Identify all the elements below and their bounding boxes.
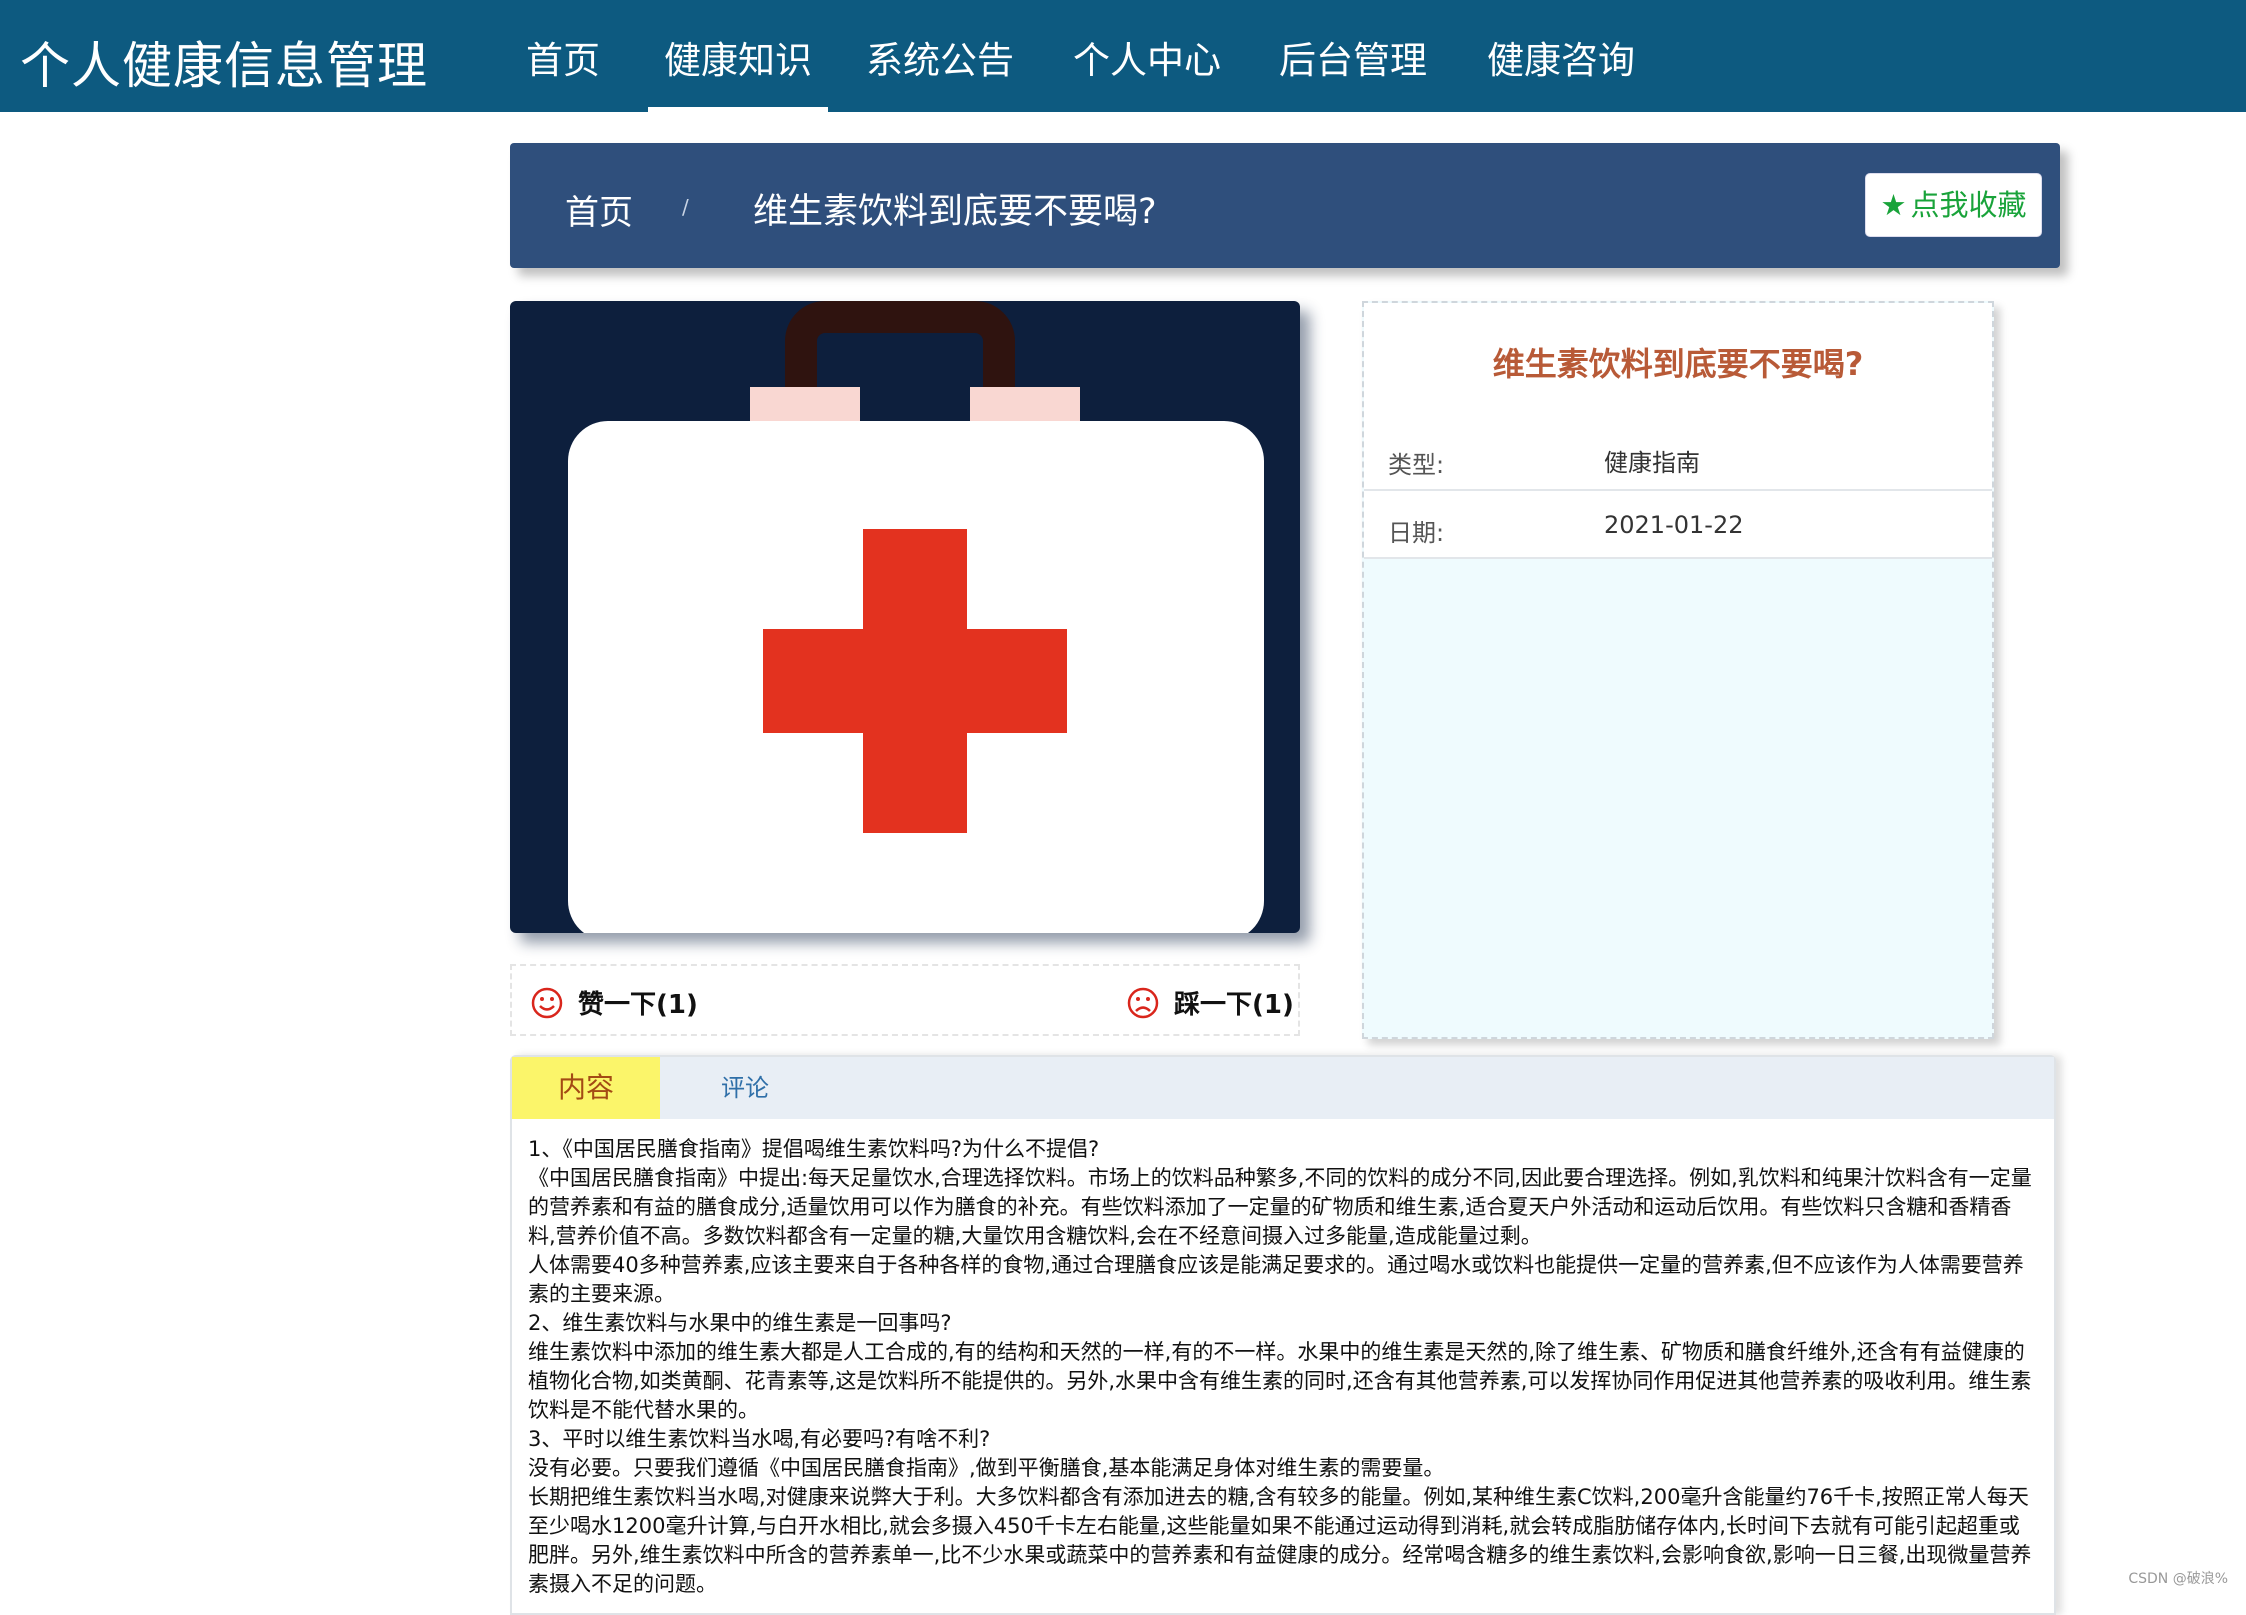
article-paragraph: 人体需要40多种营养素,应该主要来自于各种各样的食物,通过合理膳食应该是能满足要… (528, 1251, 2036, 1309)
article-paragraph: 《中国居民膳食指南》中提出:每天足量饮水,合理选择饮料。市场上的饮料品种繁多,不… (528, 1164, 2036, 1251)
article-paragraph: 维生素饮料中添加的维生素大都是人工合成的,有的结构和天然的一样,有的不一样。水果… (528, 1338, 2036, 1425)
dislike-label: 踩一下(1) (1174, 984, 1294, 1021)
star-icon: ★ (1880, 188, 1906, 222)
article-paragraph: 3、平时以维生素饮料当水喝,有必要吗?有啥不利? (528, 1425, 2036, 1454)
info-row-type: 类型: 健康指南 (1364, 423, 1992, 491)
nav-item-admin[interactable]: 后台管理 (1279, 30, 1427, 112)
article-body: 1、《中国居民膳食指南》提倡喝维生素饮料吗?为什么不提倡? 《中国居民膳食指南》… (528, 1135, 2036, 1599)
article-image (510, 301, 1300, 933)
date-label: 日期: (1388, 513, 1444, 548)
nav-item-personal-center[interactable]: 个人中心 (1073, 30, 1221, 112)
date-value: 2021-01-22 (1604, 511, 1743, 539)
article-paragraph: 长期把维生素饮料当水喝,对健康来说弊大于利。大多饮料都含有添加进去的糖,含有较多… (528, 1483, 2036, 1599)
info-header: 维生素饮料到底要不要喝? (1364, 303, 1992, 423)
watermark: CSDN @破浪% (2128, 1568, 2228, 1588)
nav-item-home[interactable]: 首页 (526, 30, 600, 112)
info-title: 维生素饮料到底要不要喝? (1364, 339, 1992, 385)
nav-item-announcements[interactable]: 系统公告 (866, 30, 1014, 112)
brand-title: 个人健康信息管理 (20, 26, 428, 98)
top-navbar: 个人健康信息管理 首页 健康知识 系统公告 个人中心 后台管理 健康咨询 (0, 0, 2246, 112)
breadcrumb-current: 维生素饮料到底要不要喝? (753, 183, 1157, 234)
dislike-button[interactable]: 踩一下(1) (1126, 984, 1294, 1021)
breadcrumb-separator: / (682, 195, 689, 219)
favorite-button[interactable]: ★点我收藏 (1865, 173, 2042, 237)
nav-item-health-knowledge[interactable]: 健康知识 (664, 30, 812, 112)
breadcrumb-home-link[interactable]: 首页 (565, 185, 633, 234)
article-paragraph: 没有必要。只要我们遵循《中国居民膳食指南》,做到平衡膳食,基本能满足身体对维生素… (528, 1454, 2036, 1483)
tab-comment[interactable]: 评论 (660, 1057, 830, 1119)
vote-bar: 赞一下(1) 踩一下(1) (510, 964, 1300, 1036)
favorite-label: 点我收藏 (1910, 188, 2026, 222)
tab-content[interactable]: 内容 (512, 1057, 660, 1119)
like-button[interactable]: 赞一下(1) (530, 984, 698, 1021)
type-value: 健康指南 (1604, 443, 1700, 478)
info-row-date: 日期: 2021-01-22 (1364, 491, 1992, 559)
content-tab-panel: 内容 评论 1、《中国居民膳食指南》提倡喝维生素饮料吗?为什么不提倡? 《中国居… (510, 1055, 2056, 1615)
smile-icon (530, 986, 564, 1020)
like-label: 赞一下(1) (578, 984, 698, 1021)
article-paragraph: 1、《中国居民膳食指南》提倡喝维生素饮料吗?为什么不提倡? (528, 1135, 2036, 1164)
article-paragraph: 2、维生素饮料与水果中的维生素是一回事吗? (528, 1309, 2036, 1338)
nav-item-consultation[interactable]: 健康咨询 (1487, 30, 1635, 112)
type-label: 类型: (1388, 445, 1444, 480)
tab-strip: 内容 评论 (512, 1057, 2054, 1119)
article-info-panel: 维生素饮料到底要不要喝? 类型: 健康指南 日期: 2021-01-22 (1362, 301, 1994, 1039)
frown-icon (1126, 986, 1160, 1020)
breadcrumb: 首页 / 维生素饮料到底要不要喝? ★点我收藏 (510, 143, 2060, 268)
